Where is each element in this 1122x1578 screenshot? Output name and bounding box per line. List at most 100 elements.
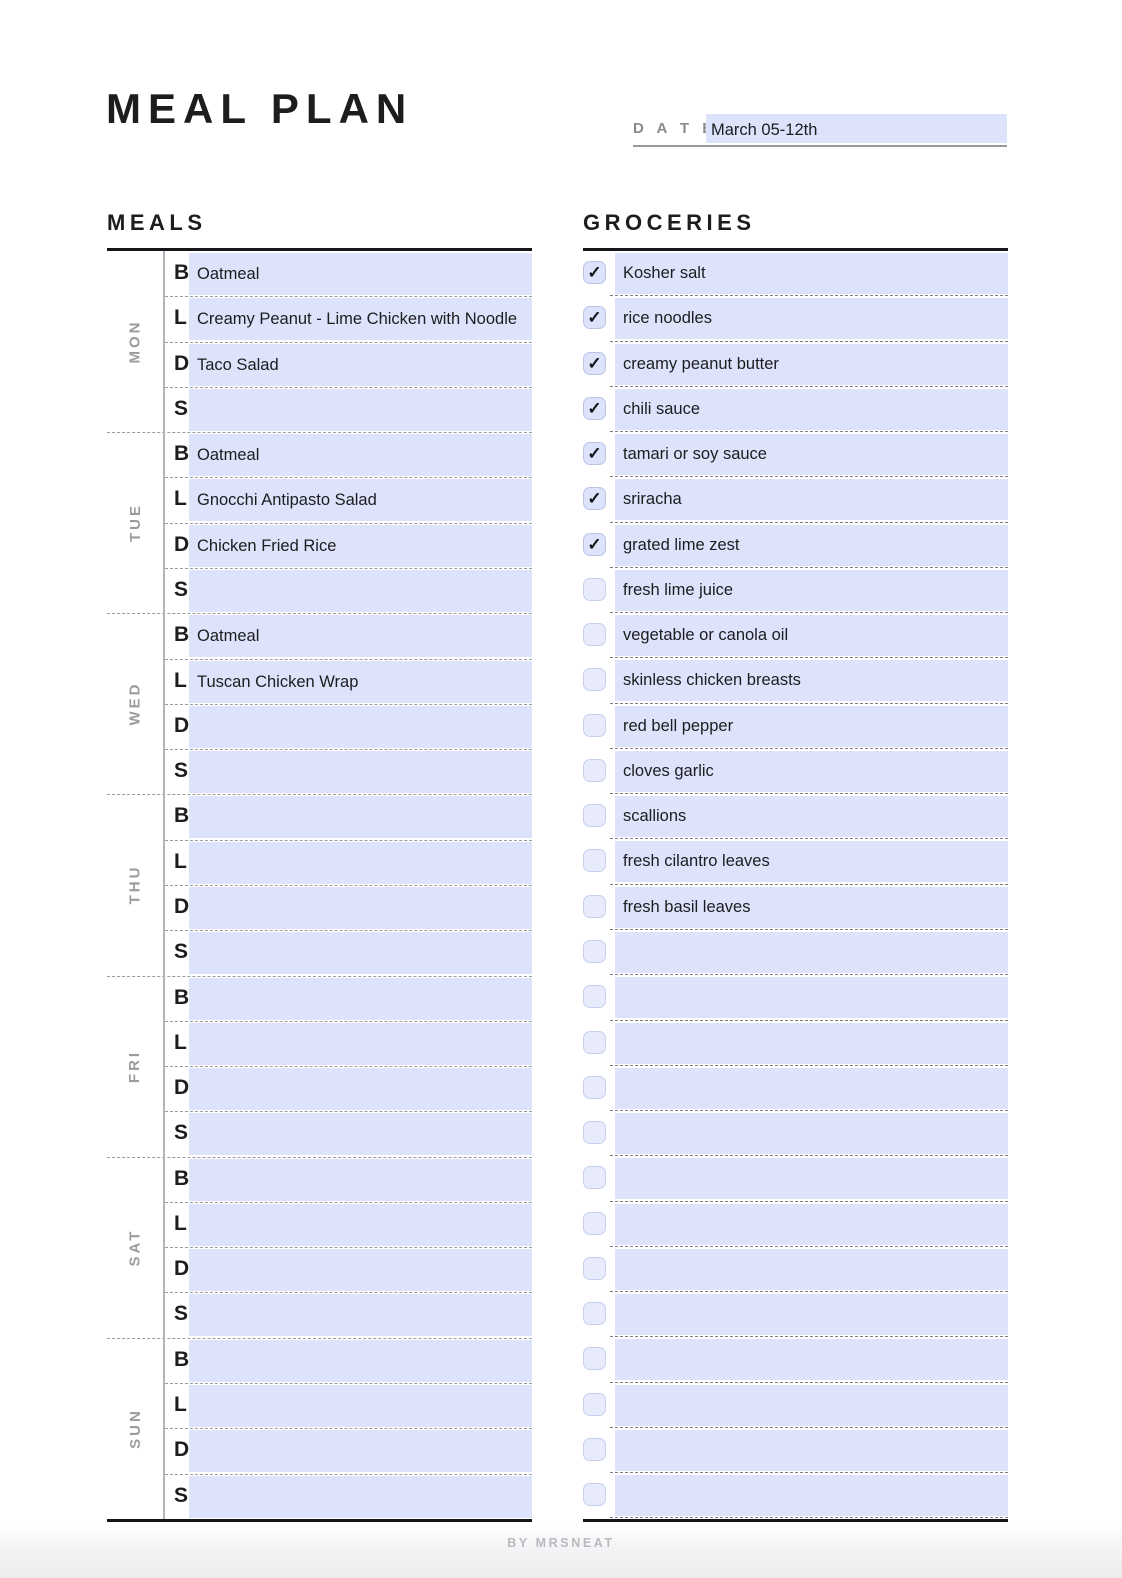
meal-row: D xyxy=(165,1066,532,1111)
checkbox-unchecked[interactable]: ✓ xyxy=(583,804,606,828)
grocery-input[interactable]: scallions xyxy=(615,796,1008,838)
meal-input[interactable] xyxy=(189,1113,532,1156)
meal-input[interactable]: Gnocchi Antipasto Salad xyxy=(189,479,532,522)
grocery-row: ✓ xyxy=(583,1202,1008,1247)
meal-separator xyxy=(165,1201,532,1203)
checkbox-checked[interactable]: ✓ xyxy=(583,261,606,284)
grocery-row: ✓ cloves garlic xyxy=(583,749,1008,795)
grocery-input[interactable]: skinless chicken breasts xyxy=(615,660,1008,702)
grocery-input[interactable]: red bell pepper xyxy=(615,705,1008,747)
checkbox-unchecked[interactable]: ✓ xyxy=(583,1392,606,1416)
grocery-input[interactable]: creamy peanut butter xyxy=(615,343,1008,385)
checkbox-unchecked[interactable]: ✓ xyxy=(583,1121,606,1145)
footer-credit: BY MRSNEAT xyxy=(507,1536,615,1550)
meal-slot-letter: L xyxy=(174,849,187,873)
checkbox-unchecked[interactable]: ✓ xyxy=(583,1211,606,1235)
grocery-input[interactable] xyxy=(615,1294,1008,1336)
meal-input[interactable] xyxy=(189,796,532,839)
meal-input[interactable]: Oatmeal xyxy=(189,434,532,477)
grocery-input[interactable]: grated lime zest xyxy=(615,524,1008,566)
meal-input[interactable] xyxy=(189,705,532,748)
meal-input[interactable]: Creamy Peanut - Lime Chicken with Noodle xyxy=(189,298,532,341)
meal-input[interactable] xyxy=(189,886,532,929)
grocery-input[interactable] xyxy=(615,1384,1008,1426)
meal-input[interactable] xyxy=(189,1385,532,1428)
meal-separator xyxy=(165,839,532,841)
grocery-input[interactable] xyxy=(615,1429,1008,1471)
grocery-input[interactable] xyxy=(615,1248,1008,1290)
checkbox-checked[interactable]: ✓ xyxy=(583,396,606,420)
meal-input[interactable] xyxy=(189,1475,532,1518)
meal-row: L xyxy=(165,1383,532,1428)
meal-input[interactable] xyxy=(189,1430,532,1473)
grocery-input[interactable]: tamari or soy sauce xyxy=(615,434,1008,476)
checkbox-unchecked[interactable]: ✓ xyxy=(583,985,606,1009)
grocery-input[interactable]: vegetable or canola oil xyxy=(615,615,1008,657)
checkbox-unchecked[interactable]: ✓ xyxy=(583,713,606,737)
checkbox-unchecked[interactable]: ✓ xyxy=(583,577,606,601)
meal-input[interactable] xyxy=(189,1249,532,1292)
grocery-input[interactable]: fresh lime juice xyxy=(615,569,1008,611)
grocery-input[interactable]: fresh basil leaves xyxy=(615,886,1008,928)
grocery-input[interactable] xyxy=(615,1475,1008,1517)
checkbox-unchecked[interactable]: ✓ xyxy=(583,1075,606,1099)
meal-input[interactable]: Oatmeal xyxy=(189,253,532,295)
checkbox-unchecked[interactable]: ✓ xyxy=(583,1256,606,1280)
grocery-input[interactable] xyxy=(615,977,1008,1019)
checkbox-checked[interactable]: ✓ xyxy=(583,532,606,556)
checkbox-unchecked[interactable]: ✓ xyxy=(583,894,606,918)
date-input[interactable]: March 05-12th xyxy=(706,114,1007,143)
grocery-input[interactable] xyxy=(615,1067,1008,1109)
grocery-input[interactable]: fresh cilantro leaves xyxy=(615,841,1008,883)
meal-input[interactable] xyxy=(189,1022,532,1065)
grocery-input[interactable]: cloves garlic xyxy=(615,750,1008,792)
meal-input[interactable] xyxy=(189,388,532,431)
meal-input[interactable] xyxy=(189,841,532,884)
meal-input[interactable] xyxy=(189,1203,532,1246)
day-label-text: SUN xyxy=(126,1407,144,1449)
meal-input[interactable]: Chicken Fried Rice xyxy=(189,524,532,567)
check-icon: ✓ xyxy=(587,263,602,282)
meal-row: S xyxy=(165,1111,532,1156)
checkbox-unchecked[interactable]: ✓ xyxy=(583,849,606,873)
grocery-input[interactable] xyxy=(615,1158,1008,1200)
meal-input[interactable] xyxy=(189,1158,532,1201)
meal-input[interactable] xyxy=(189,977,532,1020)
checkbox-checked[interactable]: ✓ xyxy=(583,442,606,466)
checkbox-unchecked[interactable]: ✓ xyxy=(583,939,606,963)
checkbox-unchecked[interactable]: ✓ xyxy=(583,623,606,647)
grocery-input[interactable] xyxy=(615,1339,1008,1381)
meal-input[interactable] xyxy=(189,932,532,975)
grocery-row: ✓ red bell pepper xyxy=(583,704,1008,749)
checkbox-unchecked[interactable]: ✓ xyxy=(583,1302,606,1326)
meal-input[interactable] xyxy=(189,1339,532,1382)
meal-slot-letter: D xyxy=(174,1438,190,1462)
grocery-input[interactable]: Kosher salt xyxy=(615,253,1008,294)
grocery-input[interactable] xyxy=(615,1203,1008,1245)
grocery-input[interactable] xyxy=(615,931,1008,973)
checkbox-unchecked[interactable]: ✓ xyxy=(583,1483,606,1507)
grocery-row: ✓ grated lime zest xyxy=(583,523,1008,568)
grocery-input[interactable]: sriracha xyxy=(615,479,1008,521)
checkbox-unchecked[interactable]: ✓ xyxy=(583,1030,606,1054)
grocery-row: ✓ xyxy=(583,930,1008,976)
checkbox-checked[interactable]: ✓ xyxy=(583,306,606,330)
grocery-input[interactable]: rice noodles xyxy=(615,298,1008,340)
grocery-input[interactable]: chili sauce xyxy=(615,388,1008,430)
meal-input[interactable] xyxy=(189,1294,532,1337)
checkbox-checked[interactable]: ✓ xyxy=(583,487,606,511)
meal-input[interactable] xyxy=(189,1068,532,1111)
checkbox-unchecked[interactable]: ✓ xyxy=(583,1347,606,1371)
meal-input[interactable]: Oatmeal xyxy=(189,615,532,658)
grocery-input[interactable] xyxy=(615,1022,1008,1064)
checkbox-unchecked[interactable]: ✓ xyxy=(583,1166,606,1190)
checkbox-unchecked[interactable]: ✓ xyxy=(583,758,606,782)
meal-input[interactable] xyxy=(189,569,532,612)
meal-input[interactable]: Taco Salad xyxy=(189,343,532,386)
grocery-input[interactable] xyxy=(615,1113,1008,1155)
meal-input[interactable] xyxy=(189,751,532,794)
meal-input[interactable]: Tuscan Chicken Wrap xyxy=(189,660,532,703)
checkbox-checked[interactable]: ✓ xyxy=(583,351,606,375)
checkbox-unchecked[interactable]: ✓ xyxy=(583,1437,606,1461)
checkbox-unchecked[interactable]: ✓ xyxy=(583,668,606,692)
